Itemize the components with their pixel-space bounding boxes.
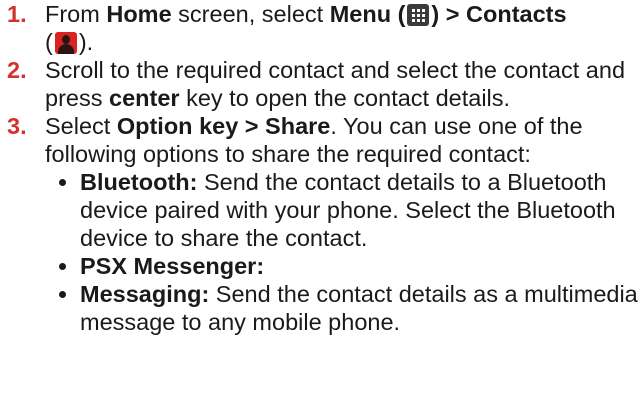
option-share-term: Option key > Share [116, 113, 331, 139]
step-number: 3. [7, 113, 27, 139]
home-term: Home [106, 1, 172, 27]
step-1: 1. From Home screen, select Menu ( ) > C… [0, 0, 639, 56]
option-term: PSX Messenger: [80, 253, 265, 279]
step-text: Scroll to the required contact and selec… [45, 57, 626, 111]
step-number: 1. [7, 1, 27, 27]
option-term: Messaging: [80, 281, 210, 307]
center-term: center [109, 85, 180, 111]
instructions-document: 1. From Home screen, select Menu ( ) > C… [0, 0, 639, 336]
list-item-messaging: Messaging: Send the contact details as a… [45, 280, 639, 336]
step-2: 2. Scroll to the required contact and se… [0, 56, 639, 112]
bullet-dot-icon [59, 179, 66, 186]
list-item-bluetooth: Bluetooth: Send the contact details to a… [45, 168, 639, 252]
menu-grid-icon [407, 4, 430, 26]
option-term: Bluetooth: [80, 169, 198, 195]
step-text: Select Option key > Share. You can use o… [45, 113, 583, 167]
share-options-list: Bluetooth: Send the contact details to a… [0, 168, 639, 336]
step-number: 2. [7, 57, 27, 83]
contacts-person-icon [54, 32, 77, 54]
bullet-dot-icon [59, 291, 66, 298]
step-3: 3. Select Option key > Share. You can us… [0, 112, 639, 168]
step-text: From Home screen, select Menu ( ) > Cont… [45, 0, 639, 56]
bullet-dot-icon [59, 263, 66, 270]
list-item-psx-messenger: PSX Messenger: [45, 252, 639, 280]
